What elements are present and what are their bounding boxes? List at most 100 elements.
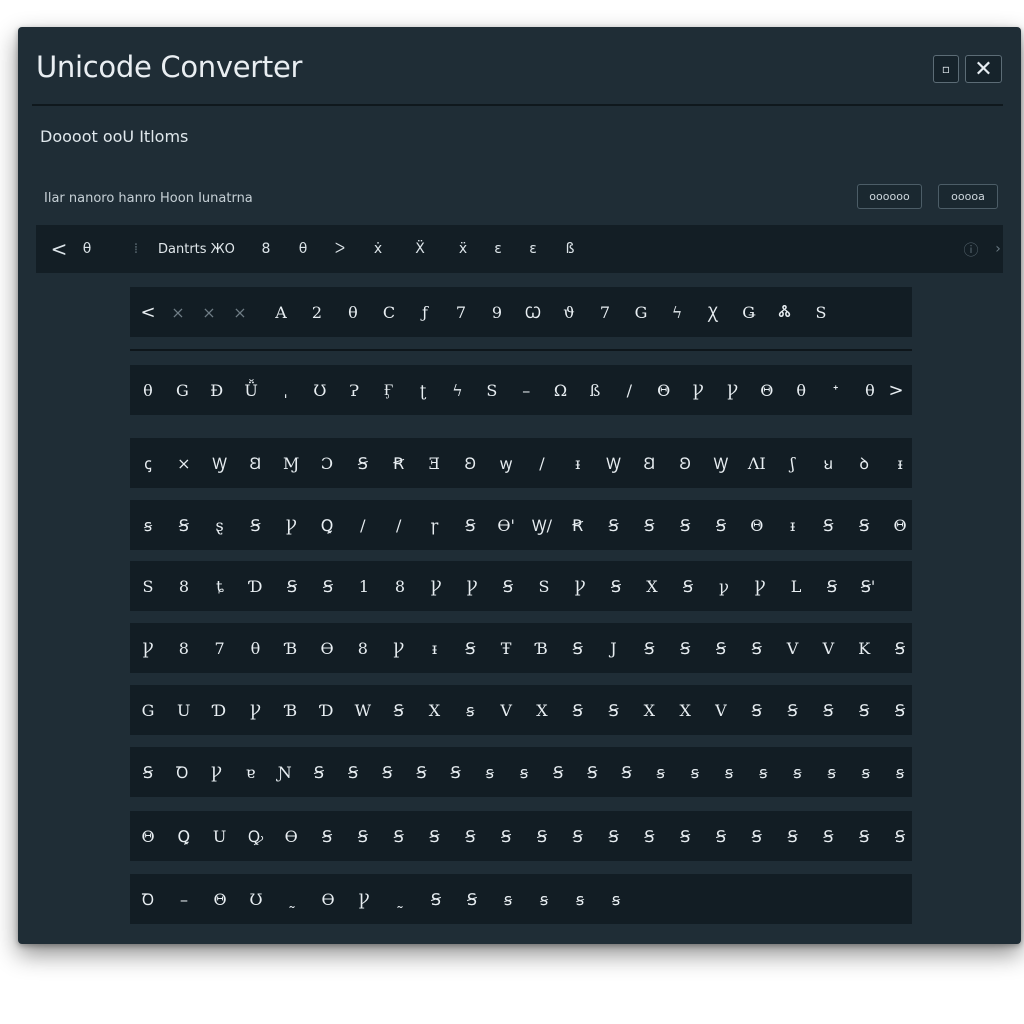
character-cell[interactable]: Ꞩ	[460, 811, 480, 861]
character-cell[interactable]: Ɱ	[281, 438, 301, 488]
character-cell[interactable]: 7	[451, 287, 471, 337]
character-cell[interactable]: Ꞩ	[389, 811, 409, 861]
character-cell[interactable]: Ꞩ	[639, 811, 659, 861]
character-cell[interactable]: Ꝡ/	[532, 500, 552, 550]
action-button-1[interactable]: oooooo	[857, 184, 922, 209]
character-cell[interactable]: V	[711, 685, 731, 735]
character-cell[interactable]: Ꝺ	[172, 747, 192, 797]
character-cell[interactable]: V	[496, 685, 516, 735]
character-cell[interactable]: Ꞩ	[675, 500, 695, 550]
character-cell[interactable]: S	[482, 365, 502, 415]
character-cell[interactable]: Ꞩ	[606, 561, 626, 611]
character-cell[interactable]: Ꝡ	[711, 438, 731, 488]
character-cell[interactable]: ƒ	[415, 287, 435, 337]
restore-button[interactable]: ▫	[933, 55, 959, 83]
character-cell[interactable]: Ɵ	[318, 874, 338, 924]
character-cell[interactable]: Ꞩ	[309, 747, 329, 797]
character-cell[interactable]: Ꞩ	[854, 811, 874, 861]
character-cell[interactable]: ꝡ	[496, 438, 516, 488]
character-cell[interactable]: ˷	[282, 874, 302, 924]
character-cell[interactable]: Ŧ	[496, 623, 516, 673]
character-cell[interactable]: Ꞩ	[818, 811, 838, 861]
character-cell[interactable]: Ꝗ	[174, 811, 194, 861]
character-cell[interactable]: A	[271, 287, 291, 337]
character-cell[interactable]: Ꞩ	[317, 811, 337, 861]
character-cell[interactable]: W	[353, 685, 373, 735]
character-cell[interactable]: ꞩ	[460, 685, 480, 735]
character-cell[interactable]: ᵻ	[783, 500, 803, 550]
character-cell[interactable]: X	[639, 685, 659, 735]
character-cell[interactable]: Ꝩ	[462, 561, 482, 611]
character-cell[interactable]: Ꝙ	[245, 811, 265, 861]
character-cell[interactable]: θ	[791, 365, 811, 415]
character-cell[interactable]: Ꞩ	[747, 623, 767, 673]
character-cell[interactable]: Ꞝ	[460, 438, 480, 488]
character-cell[interactable]: ꝩ	[714, 561, 734, 611]
character-cell[interactable]: Ꝡ	[604, 438, 624, 488]
character-cell[interactable]: ϟ	[447, 365, 467, 415]
character-cell[interactable]: Θ	[138, 811, 158, 861]
character-cell[interactable]: Ꞩ	[496, 811, 516, 861]
character-cell[interactable]: Ɵ	[281, 811, 301, 861]
character-cell[interactable]: G	[631, 287, 651, 337]
character-cell[interactable]: Θ	[757, 365, 777, 415]
character-cell[interactable]: Ꞩ	[678, 561, 698, 611]
character-cell[interactable]: Ꞩ	[822, 561, 842, 611]
next-icon[interactable]: ›	[991, 225, 1005, 273]
character-cell[interactable]: U	[210, 811, 230, 861]
character-cell[interactable]: Ꞩ	[426, 874, 446, 924]
row-prev-icon[interactable]: <	[138, 287, 158, 337]
character-cell[interactable]: Ꞩ	[783, 685, 803, 735]
character-cell[interactable]: ꞩ	[606, 874, 626, 924]
character-cell[interactable]: Ɗ	[246, 561, 266, 611]
character-cell[interactable]: Ʊ	[246, 874, 266, 924]
character-cell[interactable]: ꞟ	[818, 438, 838, 488]
character-cell[interactable]: S	[811, 287, 831, 337]
character-cell[interactable]: Ꞝ	[675, 438, 695, 488]
character-cell[interactable]: Ꞩ	[389, 685, 409, 735]
toolbar-glyph-button[interactable]: ẋ	[370, 225, 386, 273]
character-cell[interactable]: Ꝺ	[138, 874, 158, 924]
character-cell[interactable]: /	[389, 500, 409, 550]
character-cell[interactable]: Ꞧ	[389, 438, 409, 488]
character-cell[interactable]: /	[353, 500, 373, 550]
character-cell[interactable]: X	[675, 685, 695, 735]
character-cell[interactable]: 8	[353, 623, 373, 673]
character-cell[interactable]: Ꝩ	[354, 874, 374, 924]
character-cell[interactable]: ᵻ	[568, 438, 588, 488]
character-cell[interactable]: ȶ	[210, 561, 230, 611]
character-cell[interactable]: Ꞩ	[245, 500, 265, 550]
character-cell[interactable]: Ꞧ	[568, 500, 588, 550]
character-cell[interactable]: Ꞩ	[604, 685, 624, 735]
character-cell[interactable]: Ꞩ	[711, 623, 731, 673]
character-cell[interactable]: Ꞩ	[498, 561, 518, 611]
character-cell[interactable]: Ꞩ'	[858, 561, 878, 611]
character-cell[interactable]: θ	[343, 287, 363, 337]
character-cell[interactable]: ᵻ	[424, 623, 444, 673]
character-cell[interactable]: ꞔ	[138, 438, 158, 488]
character-cell[interactable]: Ꞩ	[532, 811, 552, 861]
character-cell[interactable]: K	[854, 623, 874, 673]
character-cell[interactable]: ϟ	[667, 287, 687, 337]
character-cell[interactable]: Ꝩ	[426, 561, 446, 611]
character-cell[interactable]: Ꞩ	[462, 874, 482, 924]
character-cell[interactable]: Ɓ	[532, 623, 552, 673]
character-cell[interactable]: ꞅ	[424, 500, 444, 550]
character-cell[interactable]: ˌ	[276, 365, 296, 415]
character-cell[interactable]: Ꭓ	[703, 287, 723, 337]
character-cell[interactable]: 2	[307, 287, 327, 337]
character-cell[interactable]: V	[783, 623, 803, 673]
character-cell[interactable]: Ꞩ	[353, 811, 373, 861]
character-cell[interactable]: Ǝ	[424, 438, 444, 488]
character-cell[interactable]: Ꝩ	[722, 365, 742, 415]
character-cell[interactable]: θ	[245, 623, 265, 673]
toggle-icon[interactable]: θ	[78, 225, 96, 273]
character-cell[interactable]: /	[619, 365, 639, 415]
character-cell[interactable]: Ǥ	[739, 287, 759, 337]
character-cell[interactable]: Ꞩ	[711, 811, 731, 861]
character-cell[interactable]: U	[174, 685, 194, 735]
character-cell[interactable]: Ɵ'	[496, 500, 516, 550]
font-selector[interactable]: Dantrts ЖО	[158, 225, 235, 273]
character-cell[interactable]: Ꞩ	[818, 500, 838, 550]
character-cell[interactable]: ꞩ	[856, 747, 876, 797]
